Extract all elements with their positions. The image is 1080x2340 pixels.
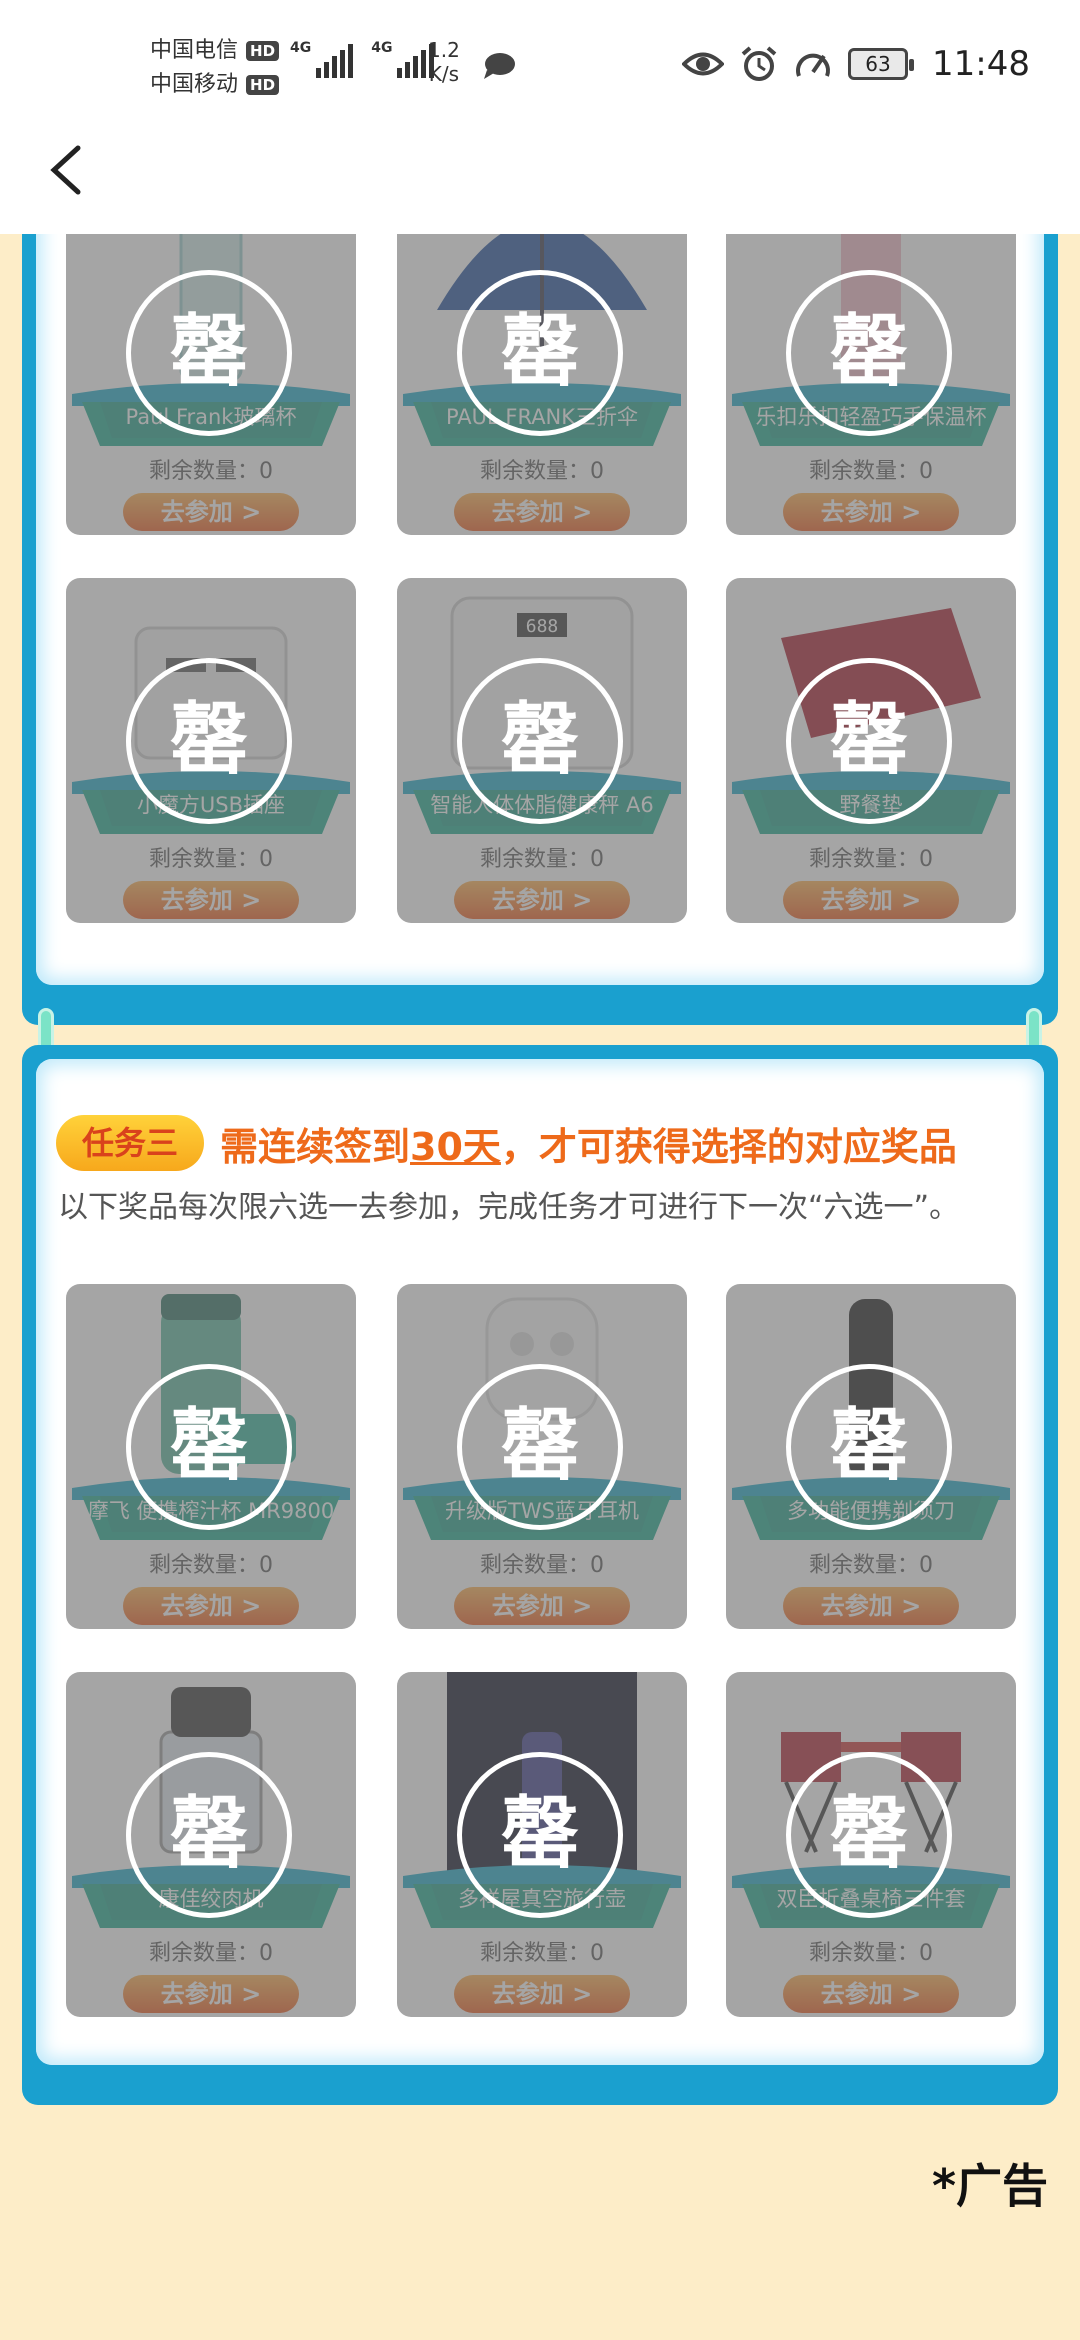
clock: 11:48 bbox=[932, 44, 1030, 84]
signal-icon: 4G bbox=[290, 40, 354, 78]
task-badge: 任务三 bbox=[56, 1115, 204, 1171]
prize-card[interactable]: 多祥屋真空旅行壶剩余数量：0去参加 >罄 bbox=[397, 1672, 687, 2017]
sold-out-seal: 罄 bbox=[786, 270, 952, 436]
prize-card[interactable]: 乐扣乐扣轻盈巧手保温杯剩余数量：0去参加 >罄 bbox=[726, 190, 1016, 535]
alarm-icon bbox=[741, 46, 777, 81]
network-type: 4G bbox=[290, 40, 312, 56]
sold-out-seal: 罄 bbox=[126, 1752, 292, 1918]
status-bar: 中国电信 HD 中国移动 HD 4G 4G 1.2 K/s 63 11:48 bbox=[0, 0, 1080, 130]
sold-out-seal: 罄 bbox=[457, 1752, 623, 1918]
carrier-1: 中国电信 bbox=[150, 38, 239, 63]
prize-card[interactable]: 688智能人体体脂健康秤 A6剩余数量：0去参加 >罄 bbox=[397, 578, 687, 923]
speed-value: 1.2 bbox=[428, 38, 460, 62]
sold-out-seal: 罄 bbox=[786, 1364, 952, 1530]
prize-card[interactable]: 双臣折叠桌椅三件套剩余数量：0去参加 >罄 bbox=[726, 1672, 1016, 2017]
task-title: 需连续签到30天，才可获得选择的对应奖品 bbox=[220, 1116, 957, 1171]
speedometer-icon bbox=[796, 53, 830, 77]
prize-card[interactable]: 野餐垫剩余数量：0去参加 >罄 bbox=[726, 578, 1016, 923]
sold-out-seal: 罄 bbox=[457, 270, 623, 436]
network-type: 4G bbox=[371, 40, 393, 56]
system-icons: 63 11:48 bbox=[682, 44, 1030, 84]
sold-out-seal: 罄 bbox=[786, 1752, 952, 1918]
header-mask bbox=[0, 130, 1080, 234]
page: 中国电信 HD 中国移动 HD 4G 4G 1.2 K/s 63 11:48 任… bbox=[0, 0, 1080, 2340]
prize-card[interactable]: 升级版TWS蓝牙耳机剩余数量：0去参加 >罄 bbox=[397, 1284, 687, 1629]
signal-icon: 4G bbox=[371, 40, 435, 78]
battery-icon: 63 bbox=[848, 48, 915, 80]
signal-indicators: 4G 4G bbox=[290, 40, 435, 78]
task-title-suffix: ，才可获得选择的对应奖品 bbox=[500, 1124, 957, 1169]
prize-card[interactable]: PAUL FRANK三折伞剩余数量：0去参加 >罄 bbox=[397, 190, 687, 535]
network-speed: 1.2 K/s bbox=[428, 38, 460, 86]
eye-icon bbox=[682, 52, 725, 76]
task-title-days: 30天 bbox=[410, 1124, 501, 1169]
task-description: 以下奖品每次限六选一去参加，完成任务才可进行下一次“六选一”。 bbox=[58, 1190, 960, 1225]
carrier-info: 中国电信 HD 中国移动 HD bbox=[150, 34, 280, 102]
prize-card[interactable]: 小魔方USB插座剩余数量：0去参加 >罄 bbox=[66, 578, 356, 923]
speed-unit: K/s bbox=[428, 62, 460, 86]
sold-out-seal: 罄 bbox=[457, 1364, 623, 1530]
sold-out-seal: 罄 bbox=[126, 658, 292, 824]
task-title-prefix: 需连续签到 bbox=[220, 1124, 411, 1169]
message-icon bbox=[484, 53, 515, 79]
carrier-2: 中国移动 bbox=[150, 72, 239, 97]
sold-out-seal: 罄 bbox=[126, 270, 292, 436]
hd-badge: HD bbox=[246, 75, 280, 95]
prize-card[interactable]: 摩飞 便携榨汁杯 MR9800剩余数量：0去参加 >罄 bbox=[66, 1284, 356, 1629]
hd-badge: HD bbox=[246, 41, 280, 61]
prize-card[interactable]: Paul Frank玻璃杯剩余数量：0去参加 >罄 bbox=[66, 190, 356, 535]
sold-out-seal: 罄 bbox=[126, 1364, 292, 1530]
prize-card[interactable]: 多功能便携剃须刀剩余数量：0去参加 >罄 bbox=[726, 1284, 1016, 1629]
sold-out-seal: 罄 bbox=[457, 658, 623, 824]
task-header: 任务三 需连续签到30天，才可获得选择的对应奖品 bbox=[56, 1115, 957, 1171]
prize-card[interactable]: 康佳绞肉机剩余数量：0去参加 >罄 bbox=[66, 1672, 356, 2017]
sold-out-seal: 罄 bbox=[786, 658, 952, 824]
back-chevron-icon-top[interactable] bbox=[40, 140, 90, 200]
ad-label: *广告 bbox=[931, 2159, 1048, 2213]
